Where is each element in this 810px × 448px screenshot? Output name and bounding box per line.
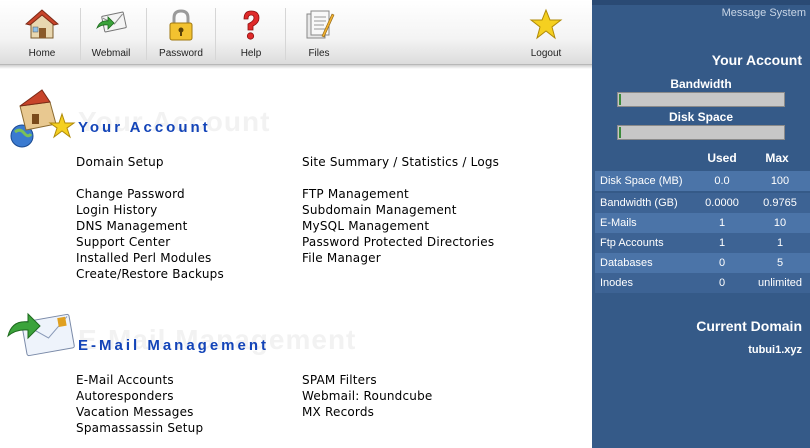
stat-max: 5 bbox=[776, 257, 784, 269]
stat-name: Ftp Accounts bbox=[600, 237, 664, 249]
logout-label: Logout bbox=[530, 48, 562, 59]
disk-space-label: Disk Space bbox=[668, 110, 734, 124]
files-label: Files bbox=[308, 48, 330, 59]
email-section-icon bbox=[7, 312, 75, 357]
toolbar-shadow bbox=[0, 65, 592, 69]
password-label: Password bbox=[159, 48, 203, 59]
message-system-link[interactable]: Message System bbox=[722, 7, 806, 19]
link-mx-records[interactable]: MX Records bbox=[302, 405, 374, 419]
link-webmail-roundcube[interactable]: Webmail: Roundcube bbox=[302, 389, 433, 403]
stat-name: Inodes bbox=[600, 277, 634, 289]
link-vacation-messages[interactable]: Vacation Messages bbox=[76, 405, 194, 419]
stat-max: 100 bbox=[770, 175, 790, 187]
link-spam-filters[interactable]: SPAM Filters bbox=[302, 373, 377, 387]
link-ftp-management[interactable]: FTP Management bbox=[302, 187, 409, 201]
stats-header: Used Max bbox=[592, 151, 810, 169]
stat-name: E-Mails bbox=[600, 217, 637, 229]
link-file-manager[interactable]: File Manager bbox=[302, 251, 381, 265]
lock-icon bbox=[169, 9, 193, 41]
home-label: Home bbox=[28, 48, 56, 59]
webmail-button[interactable]: Webmail bbox=[80, 0, 142, 64]
files-button[interactable]: Files bbox=[288, 0, 350, 64]
link-site-summary[interactable]: Site Summary / Statistics / Logs bbox=[302, 155, 499, 169]
question-icon bbox=[243, 10, 260, 40]
stat-name: Databases bbox=[600, 257, 653, 269]
current-domain-value: tubui1.xyz bbox=[748, 344, 802, 356]
toolbar-divider bbox=[215, 8, 216, 60]
current-domain-heading: Current Domain bbox=[696, 318, 802, 334]
link-support-center[interactable]: Support Center bbox=[76, 235, 170, 249]
link-perl-modules[interactable]: Installed Perl Modules bbox=[76, 251, 212, 265]
home-icon bbox=[25, 9, 59, 39]
toolbar-divider bbox=[146, 8, 147, 60]
password-button[interactable]: Password bbox=[150, 0, 212, 64]
account-panel: Message System Your Account Bandwidth Di… bbox=[592, 5, 810, 448]
email-section-title: E-Mail Management bbox=[78, 337, 270, 354]
stat-max: 0.9765 bbox=[763, 197, 797, 209]
link-spamassassin-setup[interactable]: Spamassassin Setup bbox=[76, 421, 203, 435]
help-label: Help bbox=[240, 48, 262, 59]
bandwidth-label: Bandwidth bbox=[670, 77, 732, 91]
webmail-label: Webmail bbox=[91, 48, 131, 59]
link-subdomain-management[interactable]: Subdomain Management bbox=[302, 203, 457, 217]
disk-space-bar-fill bbox=[619, 127, 621, 138]
account-section-title: Your Account bbox=[78, 119, 211, 136]
webmail-icon bbox=[96, 11, 127, 33]
link-login-history[interactable]: Login History bbox=[76, 203, 157, 217]
stat-name: Bandwidth (GB) bbox=[600, 197, 678, 209]
stats-row: Inodes 0 unlimited bbox=[595, 273, 810, 293]
disk-space-bar bbox=[617, 125, 785, 140]
link-change-password[interactable]: Change Password bbox=[76, 187, 185, 201]
link-dns-management[interactable]: DNS Management bbox=[76, 219, 188, 233]
link-domain-setup[interactable]: Domain Setup bbox=[76, 155, 164, 169]
stats-row: Ftp Accounts 1 1 bbox=[595, 233, 810, 253]
account-section-icon bbox=[10, 89, 76, 148]
link-mysql-management[interactable]: MySQL Management bbox=[302, 219, 429, 233]
link-autoresponders[interactable]: Autoresponders bbox=[76, 389, 174, 403]
files-icon bbox=[306, 10, 335, 39]
stat-max: 1 bbox=[776, 237, 784, 249]
toolbar: Home Webmail Password Help Files Logout bbox=[0, 0, 592, 65]
your-account-heading: Your Account bbox=[711, 52, 802, 68]
stats-row: E-Mails 1 10 bbox=[595, 213, 810, 233]
bandwidth-bar bbox=[617, 92, 785, 107]
link-email-accounts[interactable]: E-Mail Accounts bbox=[76, 373, 174, 387]
stat-max: unlimited bbox=[757, 277, 803, 289]
toolbar-divider bbox=[285, 8, 286, 60]
logout-button[interactable]: Logout bbox=[515, 0, 577, 64]
home-button[interactable]: Home bbox=[12, 0, 72, 64]
max-header: Max bbox=[765, 151, 789, 165]
stats-row: Databases 0 5 bbox=[595, 253, 810, 273]
link-protected-directories[interactable]: Password Protected Directories bbox=[302, 235, 494, 249]
stat-max: 10 bbox=[773, 217, 787, 229]
link-backups[interactable]: Create/Restore Backups bbox=[76, 267, 224, 281]
star-icon bbox=[529, 8, 563, 40]
help-button[interactable]: Help bbox=[220, 0, 282, 64]
bandwidth-bar-fill bbox=[619, 94, 621, 105]
stats-row: Bandwidth (GB) 0.0000 0.9765 bbox=[595, 193, 810, 213]
stats-row: Disk Space (MB) 0.0 100 bbox=[595, 171, 810, 191]
stat-name: Disk Space (MB) bbox=[600, 175, 683, 187]
